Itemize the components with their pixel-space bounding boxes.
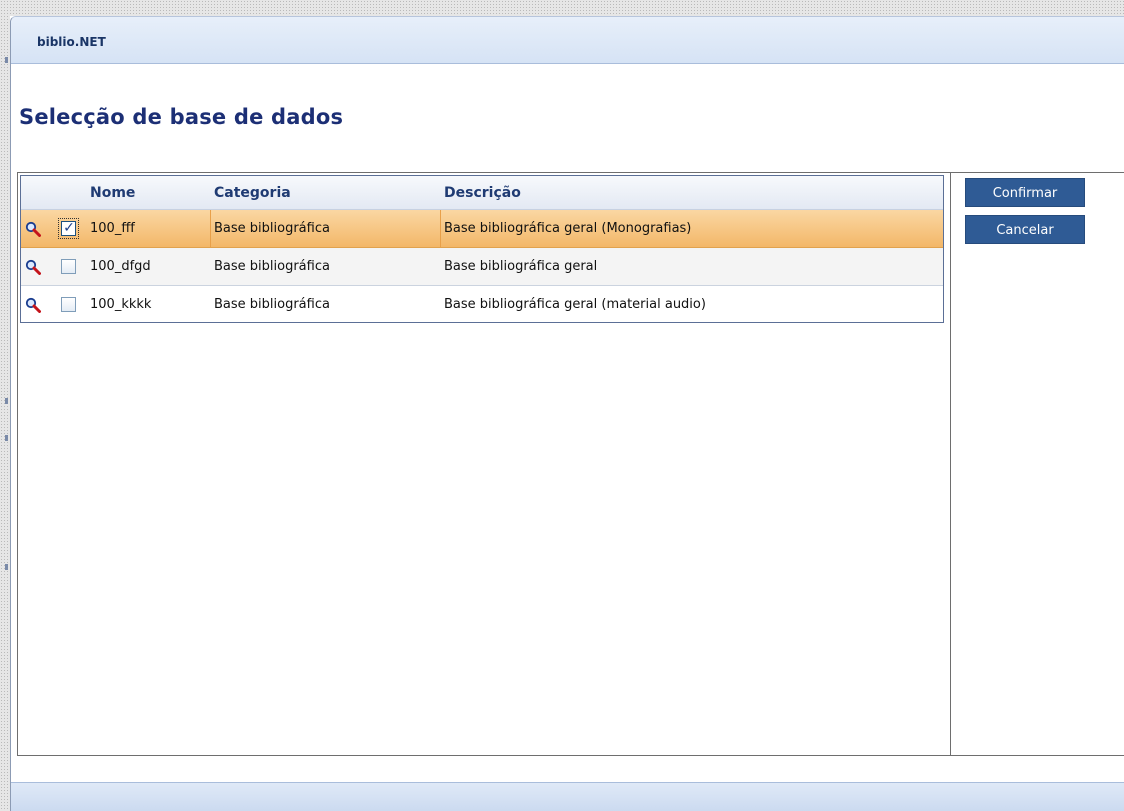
magnifier-icon[interactable] (25, 221, 41, 237)
side-marker (5, 398, 8, 404)
side-marker (5, 57, 8, 63)
cell-descricao: Base bibliográfica geral (444, 259, 598, 274)
row-checkbox[interactable] (61, 297, 76, 312)
table-row[interactable]: 100_dfgd Base bibliográfica Base bibliog… (21, 248, 943, 286)
cell-categoria: Base bibliográfica (214, 259, 330, 274)
side-marker (5, 435, 8, 441)
cell-descricao: Base bibliográfica geral (material audio… (444, 297, 706, 312)
cell-categoria: Base bibliográfica (214, 297, 330, 312)
column-separator (440, 210, 441, 247)
cell-nome: 100_dfgd (90, 259, 151, 274)
column-header-descricao[interactable]: Descrição (444, 185, 521, 201)
row-checkbox[interactable]: ✓ (58, 218, 79, 239)
side-marker (5, 564, 8, 570)
app-window: biblio.NET Selecção de base de dados Nom… (10, 16, 1124, 811)
cell-categoria: Base bibliográfica (214, 221, 330, 236)
cell-nome: 100_fff (90, 221, 135, 236)
cell-nome: 100_kkkk (90, 297, 152, 312)
magnifier-icon[interactable] (25, 297, 41, 313)
table-row[interactable]: ✓ 100_fff Base bibliográfica Base biblio… (21, 210, 943, 248)
row-checkbox[interactable] (61, 259, 76, 274)
table-row[interactable]: 100_kkkk Base bibliográfica Base bibliog… (21, 286, 943, 324)
desktop-background-top (0, 0, 1124, 16)
column-header-nome[interactable]: Nome (90, 185, 135, 201)
column-header-categoria[interactable]: Categoria (214, 185, 291, 201)
footer-bar (11, 782, 1124, 811)
content-frame: Nome Categoria Descrição ✓ 100_fff Base … (17, 172, 1124, 756)
desktop-background-left (0, 0, 10, 811)
window-titlebar: biblio.NET (11, 17, 1124, 64)
magnifier-icon[interactable] (25, 259, 41, 275)
database-grid: Nome Categoria Descrição ✓ 100_fff Base … (20, 175, 944, 323)
page-title: Selecção de base de dados (19, 105, 344, 129)
cancel-button[interactable]: Cancelar (965, 215, 1085, 244)
checkmark-icon: ✓ (63, 220, 75, 236)
column-separator (210, 210, 211, 247)
app-title: biblio.NET (37, 35, 106, 49)
confirm-button[interactable]: Confirmar (965, 178, 1085, 207)
cell-descricao: Base bibliográfica geral (Monografias) (444, 221, 692, 236)
grid-header: Nome Categoria Descrição (21, 176, 943, 210)
panel-divider (950, 173, 951, 755)
